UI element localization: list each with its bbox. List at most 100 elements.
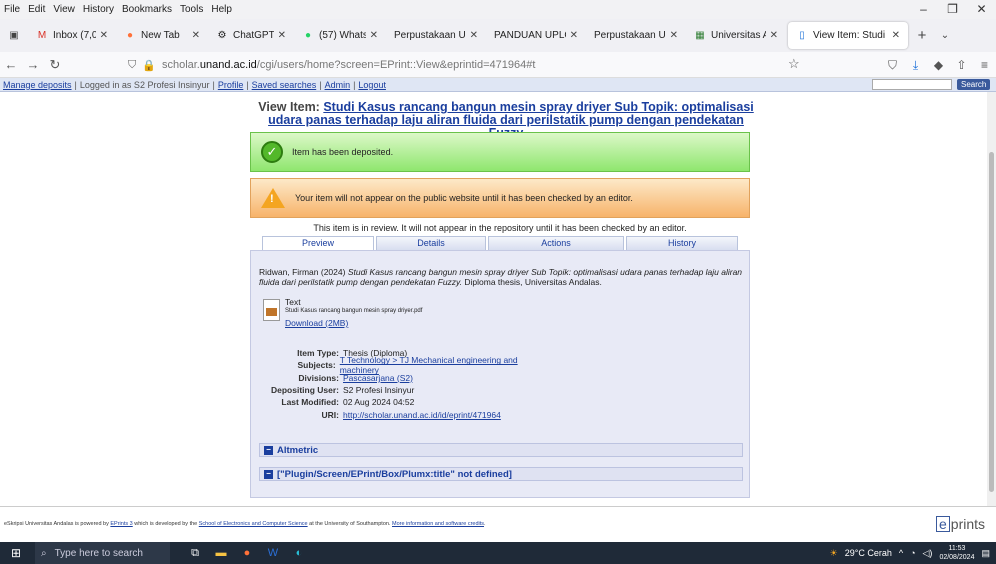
tab-list-icon[interactable]: ⌄ bbox=[934, 30, 956, 41]
metadata-key: Item Type: bbox=[297, 348, 339, 359]
tab-overview[interactable]: ▣ bbox=[0, 22, 28, 49]
tab-close-icon[interactable]: ✕ bbox=[370, 30, 378, 41]
forward-icon[interactable]: → bbox=[22, 57, 44, 72]
tab-close-icon[interactable]: ✕ bbox=[770, 30, 778, 41]
menu-item-view[interactable]: View bbox=[53, 4, 75, 15]
url-bar[interactable]: ⛉ 🔒 scholar. unand.ac.id/cgi/users/home?s… bbox=[128, 55, 806, 75]
collapse-icon[interactable]: − bbox=[264, 469, 273, 479]
review-notice: This item is in review. It will not appe… bbox=[313, 223, 687, 233]
tab-label: Perpustakaan Universit bbox=[394, 30, 466, 41]
back-icon[interactable]: ← bbox=[0, 57, 22, 72]
credits-link[interactable]: More information and software credits bbox=[392, 521, 484, 527]
eprints-link[interactable]: EPrints 3 bbox=[110, 521, 132, 527]
tab-bar: ▣ M Inbox (7,055) - firm ✕ ● New Tab ✕ ⚙ ChatGPT… bbox=[0, 19, 996, 52]
pdf-document-icon[interactable] bbox=[263, 299, 280, 321]
metadata-row: Last Modified: 02 Aug 2024 04:52 bbox=[251, 396, 551, 408]
taskbar-search[interactable]: ⌕ Type here to search bbox=[35, 542, 170, 564]
tab-close-icon[interactable]: ✕ bbox=[278, 30, 286, 41]
footer-text: eSkripsi Universitas Andalas is powered … bbox=[4, 521, 486, 527]
extension-icon[interactable]: ◆ bbox=[927, 58, 950, 72]
warning-message: ! Your item will not appear on the publi… bbox=[250, 178, 750, 218]
browser-tab[interactable]: ⚙ ChatGPT ✕ bbox=[208, 22, 294, 49]
unand-icon: ▦ bbox=[695, 30, 705, 41]
tab-label: Universitas Andalas bbox=[711, 30, 766, 41]
search-input[interactable] bbox=[872, 79, 952, 90]
eprints-logo[interactable]: e prints bbox=[936, 516, 985, 532]
notification-icon[interactable]: ▤ bbox=[981, 548, 990, 559]
close-icon[interactable]: ✕ bbox=[967, 0, 996, 19]
edge-icon[interactable]: ◐ bbox=[286, 547, 312, 559]
windows-start-icon[interactable]: ⊞ bbox=[5, 546, 27, 560]
whatsapp-icon: ● bbox=[304, 30, 312, 41]
menu-item-tools[interactable]: Tools bbox=[180, 4, 203, 15]
document-entry: Text Studi Kasus rancang bangun mesin sp… bbox=[263, 297, 563, 333]
browser-tab[interactable]: Perpustakaan Universit ✕ bbox=[586, 22, 686, 49]
tab-preview[interactable]: Preview bbox=[262, 236, 374, 250]
scrollbar[interactable] bbox=[987, 92, 996, 506]
firefox-icon[interactable]: ● bbox=[234, 547, 260, 559]
profile-link[interactable]: Profile bbox=[218, 80, 244, 90]
bookmark-star-icon[interactable]: ☆ bbox=[788, 56, 800, 72]
tab-close-icon[interactable]: ✕ bbox=[892, 30, 900, 41]
saved-searches-link[interactable]: Saved searches bbox=[252, 80, 317, 90]
new-tab-icon[interactable]: + bbox=[910, 27, 934, 44]
manage-deposits-link[interactable]: Manage deposits bbox=[3, 80, 72, 90]
pocket-icon[interactable]: ⛉ bbox=[881, 58, 904, 73]
file-explorer-icon[interactable]: ▬ bbox=[208, 547, 234, 559]
browser-tab[interactable]: Perpustakaan Universit ✕ bbox=[386, 22, 486, 49]
tab-label: PANDUAN UPLOAD TU bbox=[494, 30, 566, 41]
tab-label: New Tab bbox=[141, 30, 180, 41]
tab-label: ChatGPT bbox=[233, 30, 274, 41]
tab-details[interactable]: Details bbox=[376, 236, 486, 250]
menu-item-file[interactable]: File bbox=[4, 4, 20, 15]
tab-actions[interactable]: Actions bbox=[488, 236, 624, 250]
firefox-icon: ● bbox=[126, 30, 134, 41]
browser-tab[interactable]: PANDUAN UPLOAD TU ✕ bbox=[486, 22, 586, 49]
tab-history[interactable]: History bbox=[626, 236, 738, 250]
download-link[interactable]: Download (2MB) bbox=[285, 318, 348, 328]
collapse-icon[interactable]: − bbox=[264, 445, 273, 455]
search-button[interactable]: Search bbox=[957, 79, 991, 90]
minimize-icon[interactable]: – bbox=[909, 0, 938, 19]
task-view-icon[interactable]: ⧉ bbox=[182, 547, 208, 560]
tray-chevron-icon[interactable]: ^ bbox=[899, 548, 903, 558]
browser-tab[interactable]: ▦ Universitas Andalas ✕ bbox=[686, 22, 786, 49]
reload-icon[interactable]: ↻ bbox=[44, 57, 66, 73]
browser-tab[interactable]: ● New Tab ✕ bbox=[116, 22, 208, 49]
share-icon[interactable]: ⇧ bbox=[950, 58, 973, 72]
shield-icon: ⛉ bbox=[128, 58, 137, 71]
weather-text[interactable]: 29°C Cerah bbox=[845, 548, 892, 558]
download-icon[interactable]: ⤓ bbox=[904, 58, 927, 73]
plumx-box[interactable]: − ["Plugin/Screen/EPrint/Box/Plumx:title… bbox=[259, 467, 743, 481]
menu-item-help[interactable]: Help bbox=[211, 4, 232, 15]
menu-item-bookmarks[interactable]: Bookmarks bbox=[122, 4, 172, 15]
volume-icon[interactable]: ◁) bbox=[923, 548, 933, 559]
url-domain: unand.ac.id bbox=[199, 59, 257, 71]
menu-icon[interactable]: ≡ bbox=[973, 58, 996, 72]
maximize-icon[interactable]: ❐ bbox=[938, 0, 967, 19]
logout-link[interactable]: Logout bbox=[358, 80, 386, 90]
network-icon[interactable]: ◔ bbox=[910, 548, 915, 558]
word-icon[interactable]: W bbox=[260, 547, 286, 559]
tab-close-icon[interactable]: ✕ bbox=[570, 30, 578, 41]
clock[interactable]: 11:53 02/08/2024 bbox=[939, 544, 974, 562]
metadata-value[interactable]: Pascasarjana (S2) bbox=[343, 373, 413, 383]
logged-in-text: Logged in as S2 Profesi Insinyur bbox=[79, 79, 210, 90]
menu-item-history[interactable]: History bbox=[83, 4, 114, 15]
metadata-value[interactable]: http://scholar.unand.ac.id/id/eprint/471… bbox=[343, 410, 501, 420]
altmetric-box[interactable]: − Altmetric bbox=[259, 443, 743, 457]
tab-close-icon[interactable]: ✕ bbox=[670, 30, 678, 41]
browser-tab[interactable]: ▯ View Item: Studi K ✕ bbox=[788, 22, 908, 49]
tab-close-icon[interactable]: ✕ bbox=[470, 30, 478, 41]
tab-close-icon[interactable]: ✕ bbox=[100, 30, 108, 41]
lock-icon[interactable]: 🔒 bbox=[142, 59, 156, 72]
warning-icon: ! bbox=[261, 188, 285, 208]
admin-link[interactable]: Admin bbox=[325, 80, 351, 90]
tab-close-icon[interactable]: ✕ bbox=[192, 30, 200, 41]
weather-icon[interactable]: ☀ bbox=[830, 548, 838, 559]
browser-tab[interactable]: ● (57) WhatsApp ✕ bbox=[294, 22, 386, 49]
menu-item-edit[interactable]: Edit bbox=[28, 4, 45, 15]
chatgpt-icon: ⚙ bbox=[217, 30, 227, 41]
browser-tab[interactable]: M Inbox (7,055) - firm ✕ bbox=[28, 22, 116, 49]
ecs-link[interactable]: School of Electronics and Computer Scien… bbox=[199, 521, 308, 527]
